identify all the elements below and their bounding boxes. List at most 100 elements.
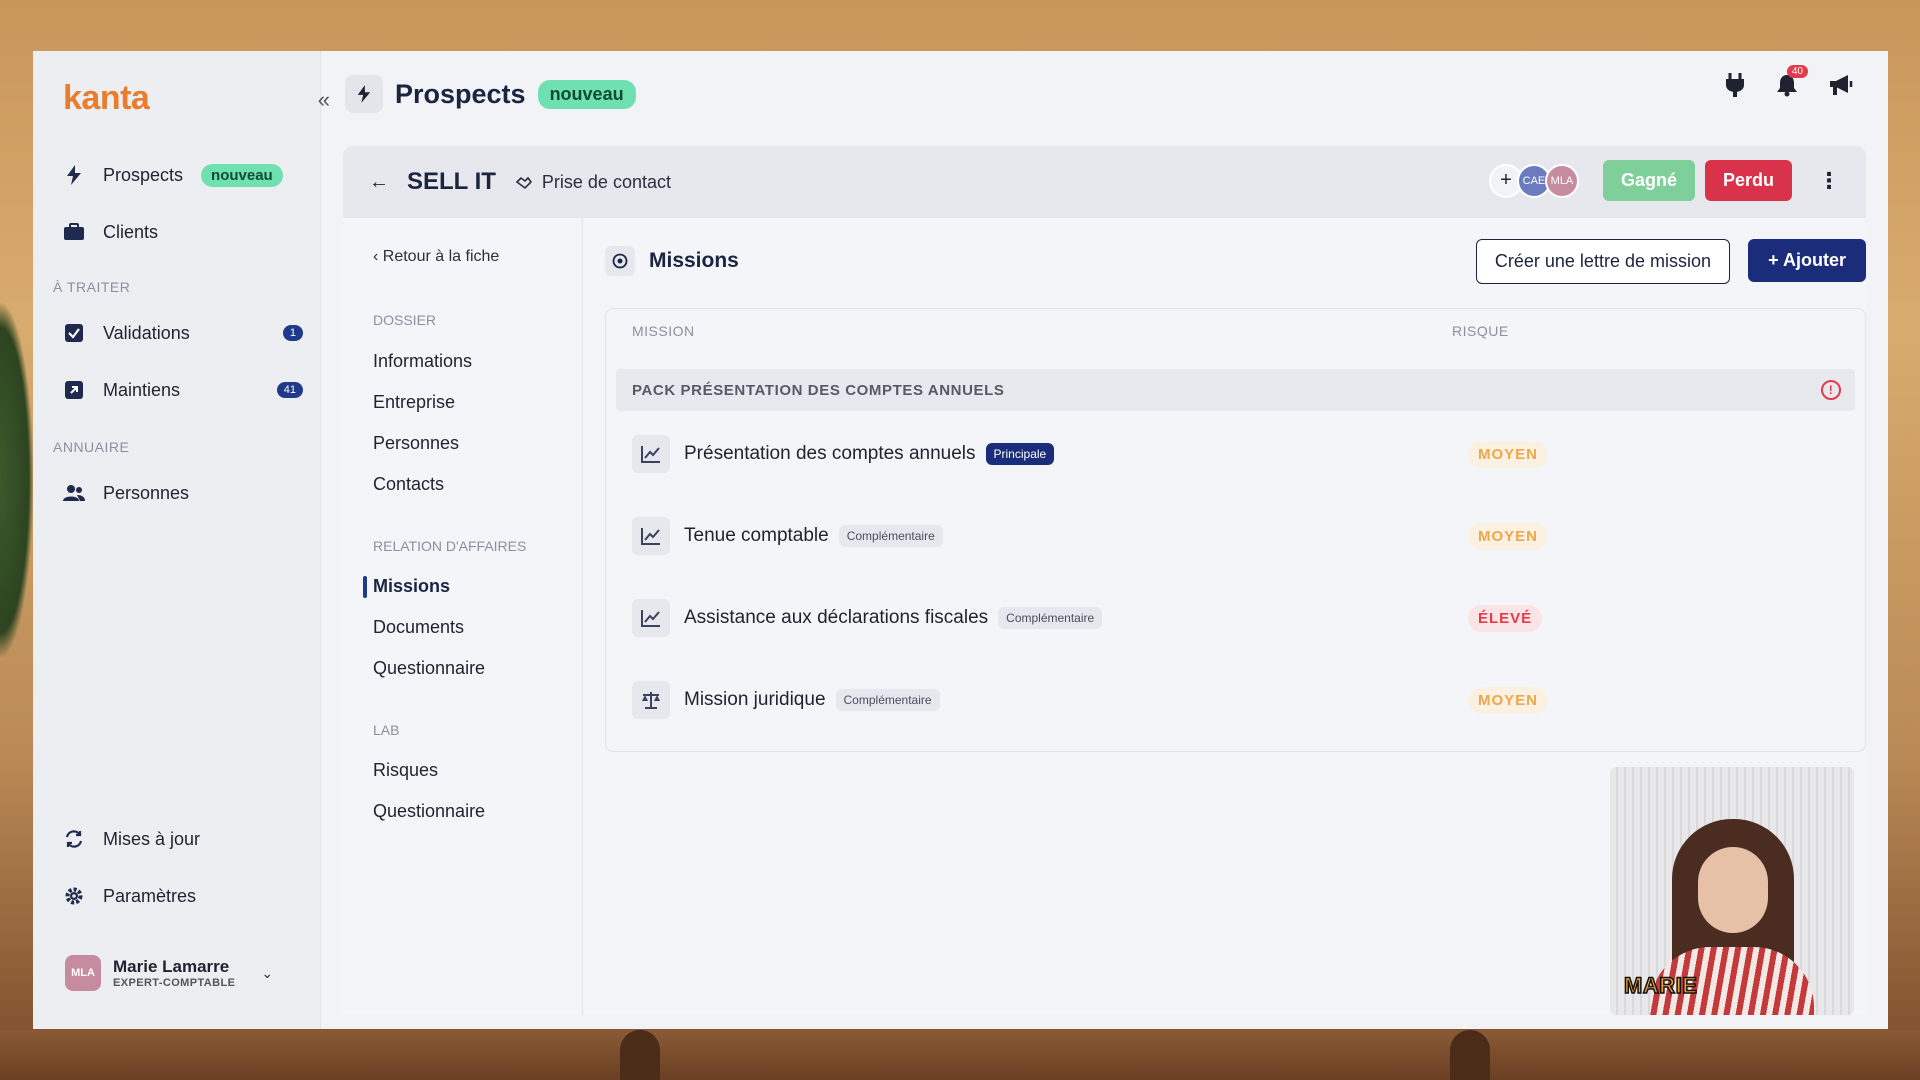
add-mission-button[interactable]: + Ajouter <box>1748 239 1866 282</box>
lost-button[interactable]: Perdu <box>1704 160 1792 201</box>
mission-name: Tenue comptable <box>684 525 829 546</box>
panel-title-text: Missions <box>649 249 739 272</box>
count-badge: 1 <box>282 325 303 341</box>
subnav-item-informations[interactable]: Informations <box>373 351 472 372</box>
mission-tag: Complémentaire <box>835 689 940 711</box>
table-row[interactable]: Présentation des comptes annuels Princip… <box>632 433 1855 475</box>
sidebar-item-label: Prospects <box>103 164 184 185</box>
table-row[interactable]: Assistance aux déclarations fiscales Com… <box>632 597 1855 639</box>
table-row[interactable]: Tenue comptable Complémentaire MOYEN <box>632 515 1855 557</box>
sidebar-item-label: Personnes <box>103 482 190 503</box>
sidebar-item-validations[interactable]: Validations 1 <box>63 315 303 351</box>
chart-line-icon <box>632 435 670 473</box>
megaphone-icon[interactable] <box>1828 73 1854 102</box>
plug-icon[interactable] <box>1724 73 1746 102</box>
background-chair <box>620 1030 660 1080</box>
panel-title: Missions <box>605 246 739 276</box>
refresh-icon <box>63 828 85 850</box>
presenter-face <box>1698 847 1768 933</box>
stage-text: Prise de contact <box>541 171 671 192</box>
gear-icon <box>63 885 85 907</box>
sidebar-item-label: Validations <box>103 322 190 343</box>
create-mission-letter-button[interactable]: Créer une lettre de mission <box>1475 239 1730 284</box>
assignees[interactable]: + CAE MLA <box>1488 163 1579 198</box>
sidebar-item-prospects[interactable]: Prospects nouveau <box>63 157 303 193</box>
bolt-icon <box>63 164 85 186</box>
new-badge: nouveau <box>201 163 283 187</box>
section-label-dossier: DOSSIER <box>373 312 437 328</box>
mission-name: Présentation des comptes annuels <box>684 443 976 464</box>
back-link-label: Retour à la fiche <box>382 248 500 265</box>
main-area: Prospects nouveau 40 ← SELL IT Prise de … <box>321 51 1888 1029</box>
subnav-item-missions[interactable]: Missions <box>362 576 450 598</box>
mission-tag: Complémentaire <box>838 525 943 547</box>
bolt-icon <box>345 75 383 113</box>
mission-name: Assistance aux déclarations fiscales <box>684 607 989 628</box>
group-label: PACK PRÉSENTATION DES COMPTES ANNUELS <box>632 381 1005 399</box>
kanta-logo: kanta <box>63 79 150 117</box>
sidebar-item-label: Paramètres <box>103 885 197 906</box>
bell-icon[interactable]: 40 <box>1776 65 1808 102</box>
more-options-icon[interactable]: ⋮ <box>1818 168 1840 194</box>
briefcase-icon <box>63 221 85 243</box>
risk-badge: MOYEN <box>1468 522 1549 550</box>
checkbox-icon <box>63 322 85 344</box>
sidebar-item-settings[interactable]: Paramètres <box>63 878 303 914</box>
section-label-relation: RELATION D'AFFAIRES <box>373 538 527 554</box>
risk-badge: ÉLEVÉ <box>1468 604 1543 632</box>
subnav-item-lab-questionnaire[interactable]: Questionnaire <box>373 801 485 822</box>
column-header-mission: MISSION <box>632 323 695 339</box>
risk-badge: MOYEN <box>1468 440 1549 468</box>
missions-table: MISSION RISQUE PACK PRÉSENTATION DES COM… <box>605 308 1866 752</box>
table-row[interactable]: Mission juridique Complémentaire MOYEN <box>632 679 1855 721</box>
record-subnav: ‹ Retour à la fiche DOSSIER Informations… <box>343 218 583 1015</box>
mission-tag: Principale <box>985 443 1055 465</box>
record-actions: + CAE MLA Gagné Perdu ⋮ <box>1488 160 1840 201</box>
section-label-todo: À TRAITER <box>53 279 131 295</box>
sidebar-item-label: Mises à jour <box>103 828 201 849</box>
notification-count: 40 <box>1786 65 1808 78</box>
subnav-item-questionnaire[interactable]: Questionnaire <box>373 658 485 679</box>
arrow-left-icon[interactable]: ← <box>369 171 389 194</box>
app-window: kanta « Prospects nouveau Clients À TRAI… <box>33 51 1888 1029</box>
mission-name: Mission juridique <box>684 689 826 710</box>
sidebar-item-personnes[interactable]: Personnes <box>63 475 303 511</box>
sidebar-item-label: Maintiens <box>103 379 181 400</box>
section-label-directory: ANNUAIRE <box>53 439 130 455</box>
chart-line-icon <box>632 517 670 555</box>
new-badge: nouveau <box>537 79 636 109</box>
alert-icon[interactable]: ! <box>1821 380 1841 400</box>
subnav-item-documents[interactable]: Documents <box>373 617 464 638</box>
background-chair <box>1450 1030 1490 1080</box>
sidebar: kanta « Prospects nouveau Clients À TRAI… <box>33 51 330 1029</box>
user-name: Marie Lamarre <box>113 957 230 976</box>
arrow-up-right-box-icon <box>63 379 85 401</box>
top-icons: 40 <box>1724 65 1854 102</box>
avatar: MLA <box>65 955 101 991</box>
stage-label[interactable]: Prise de contact <box>515 171 671 193</box>
won-button[interactable]: Gagné <box>1602 160 1695 201</box>
subnav-item-risques[interactable]: Risques <box>373 760 438 781</box>
back-to-record-link[interactable]: ‹ Retour à la fiche <box>373 248 499 266</box>
avatar: MLA <box>1544 163 1579 198</box>
mission-tag: Complémentaire <box>998 607 1103 629</box>
sidebar-item-maintiens[interactable]: Maintiens 41 <box>63 372 303 408</box>
count-badge: 41 <box>276 382 303 398</box>
topbar: Prospects nouveau 40 <box>321 51 1888 137</box>
chevron-down-icon[interactable]: ⌄ <box>261 965 273 982</box>
mission-group-row[interactable]: PACK PRÉSENTATION DES COMPTES ANNUELS ! <box>616 369 1855 411</box>
subnav-item-personnes[interactable]: Personnes <box>373 433 459 454</box>
scale-icon <box>632 681 670 719</box>
presenter-caption: MARIE <box>1623 972 1698 999</box>
sidebar-item-clients[interactable]: Clients <box>63 214 303 250</box>
user-menu[interactable]: MLA Marie Lamarre EXPERT-COMPTABLE ⌄ <box>65 955 273 991</box>
subnav-item-entreprise[interactable]: Entreprise <box>373 392 455 413</box>
background-floor <box>0 1030 1920 1080</box>
subnav-item-contacts[interactable]: Contacts <box>373 474 444 495</box>
section-label-lab: LAB <box>373 722 400 738</box>
target-icon <box>605 246 635 276</box>
sidebar-item-updates[interactable]: Mises à jour <box>63 821 303 857</box>
column-header-risk: RISQUE <box>1452 323 1509 339</box>
client-name: SELL IT <box>407 168 496 195</box>
sidebar-item-label: Clients <box>103 221 159 242</box>
